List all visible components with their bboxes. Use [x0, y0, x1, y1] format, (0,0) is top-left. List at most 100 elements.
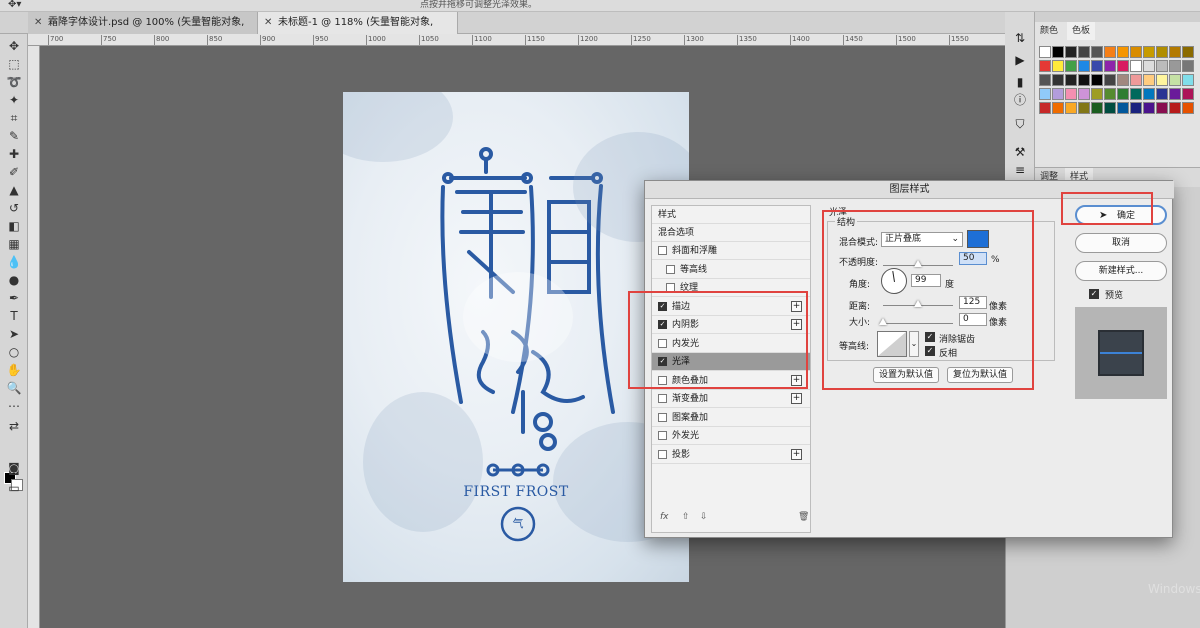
style-checkbox[interactable]	[666, 264, 675, 274]
style-item[interactable]: 投影 +	[652, 446, 810, 464]
marquee-tool-icon[interactable]: ⬚	[4, 56, 24, 72]
color-swatch[interactable]	[1130, 102, 1142, 114]
color-swatch[interactable]	[1052, 102, 1064, 114]
add-instance-icon[interactable]: +	[791, 448, 802, 460]
gradient-tool-icon[interactable]: ▦	[4, 236, 24, 252]
styles-header[interactable]: 样式	[652, 206, 810, 224]
cancel-button[interactable]: 取消	[1075, 233, 1167, 253]
color-swatch[interactable]	[1130, 60, 1142, 72]
color-swatch[interactable]	[1143, 46, 1155, 58]
move-tool-icon[interactable]: ✥	[4, 38, 24, 54]
color-swatch[interactable]	[1039, 102, 1051, 114]
color-swatch[interactable]	[1169, 74, 1181, 86]
color-swatch[interactable]	[1143, 88, 1155, 100]
color-swatch[interactable]	[1039, 60, 1051, 72]
align-icon[interactable]: ▮	[1012, 74, 1028, 90]
tab-swatches[interactable]: 色板	[1067, 22, 1096, 40]
trash-icon[interactable]: 🗑	[798, 512, 809, 522]
history-icon[interactable]: ⇅	[1012, 30, 1028, 46]
style-item[interactable]: 斜面和浮雕	[652, 242, 810, 260]
style-item[interactable]: 渐变叠加 +	[652, 390, 810, 408]
color-swatch[interactable]	[1104, 102, 1116, 114]
color-swatch[interactable]	[1104, 46, 1116, 58]
eyedropper-icon[interactable]: ✎	[4, 128, 24, 144]
crop-tool-icon[interactable]: ⌗	[4, 110, 24, 126]
blur-tool-icon[interactable]: 💧	[4, 254, 24, 270]
eraser-icon[interactable]: ◧	[4, 218, 24, 234]
color-swatch[interactable]	[1156, 88, 1168, 100]
hand-tool-icon[interactable]: ✋	[4, 362, 24, 378]
color-swatch[interactable]	[1078, 102, 1090, 114]
color-swatch[interactable]	[1091, 74, 1103, 86]
magic-wand-icon[interactable]: ✦	[4, 92, 24, 108]
color-swatch[interactable]	[1078, 46, 1090, 58]
close-icon[interactable]: ✕	[34, 12, 42, 34]
color-swatch[interactable]	[1156, 74, 1168, 86]
new-style-button[interactable]: 新建样式...	[1075, 261, 1167, 281]
color-swatch[interactable]	[1052, 60, 1064, 72]
color-swatch[interactable]	[1169, 60, 1181, 72]
color-swatch[interactable]	[1143, 102, 1155, 114]
history-brush-icon[interactable]: ↺	[4, 200, 24, 216]
color-swatch[interactable]	[1065, 60, 1077, 72]
color-swatch[interactable]	[1052, 46, 1064, 58]
color-swatch[interactable]	[1130, 46, 1142, 58]
dodge-tool-icon[interactable]: ●	[4, 272, 24, 288]
style-item[interactable]: 等高线	[652, 261, 810, 279]
properties-icon[interactable]: ≡	[1012, 162, 1028, 178]
color-swatch[interactable]	[1065, 46, 1077, 58]
color-swatch[interactable]	[1078, 60, 1090, 72]
style-checkbox[interactable]	[658, 449, 667, 459]
color-swatch[interactable]	[1117, 88, 1129, 100]
preview-checkbox[interactable]: ✓	[1089, 289, 1099, 299]
color-swatch[interactable]	[1182, 46, 1194, 58]
color-swatch[interactable]	[1091, 60, 1103, 72]
color-swatch[interactable]	[1078, 88, 1090, 100]
healing-brush-icon[interactable]: ✚	[4, 146, 24, 162]
path-select-icon[interactable]: ➤	[4, 326, 24, 342]
color-swatch[interactable]	[1091, 88, 1103, 100]
play-action-icon[interactable]: ▶	[1012, 52, 1028, 68]
color-swatch[interactable]	[1130, 88, 1142, 100]
color-swatch[interactable]	[1117, 74, 1129, 86]
style-item[interactable]: 外发光	[652, 427, 810, 445]
move-icon[interactable]: ✥▾	[8, 0, 21, 10]
zoom-tool-icon[interactable]: 🔍	[4, 380, 24, 396]
close-icon[interactable]: ✕	[264, 12, 272, 34]
color-swatch[interactable]	[1091, 102, 1103, 114]
color-swatch[interactable]	[1117, 46, 1129, 58]
color-swatch[interactable]	[1169, 46, 1181, 58]
lasso-tool-icon[interactable]: ➰	[4, 74, 24, 90]
color-swatch[interactable]	[1156, 102, 1168, 114]
color-swatch[interactable]	[1052, 74, 1064, 86]
stamp-tool-icon[interactable]: ▲	[4, 182, 24, 198]
move-up-icon[interactable]: ⇧	[682, 512, 690, 522]
color-swatch[interactable]	[1182, 60, 1194, 72]
color-swatch[interactable]	[1143, 60, 1155, 72]
color-swatch[interactable]	[1052, 88, 1064, 100]
color-swatch[interactable]	[1117, 102, 1129, 114]
quick-mask-icon[interactable]: ◙	[4, 460, 24, 476]
color-swatch[interactable]	[1117, 60, 1129, 72]
color-swatch[interactable]	[1104, 60, 1116, 72]
color-swatch[interactable]	[1130, 74, 1142, 86]
color-swatch[interactable]	[1039, 74, 1051, 86]
color-swatch[interactable]	[1039, 46, 1051, 58]
color-swatch[interactable]	[1091, 46, 1103, 58]
tab-frost-psd[interactable]: ✕ 霜降字体设计.psd @ 100% (矢量智能对象, RGB/8) *	[28, 12, 258, 50]
color-swatch[interactable]	[1065, 74, 1077, 86]
color-swatch[interactable]	[1182, 102, 1194, 114]
add-instance-icon[interactable]: +	[791, 393, 802, 404]
color-swatch[interactable]	[1182, 74, 1194, 86]
pen-tool-icon[interactable]: ✒	[4, 290, 24, 306]
screen-mode-icon[interactable]: ▭	[4, 480, 24, 496]
color-swatch[interactable]	[1039, 88, 1051, 100]
brush-tool-icon[interactable]: ✐	[4, 164, 24, 180]
color-swatch[interactable]	[1156, 60, 1168, 72]
move-down-icon[interactable]: ⇩	[700, 512, 708, 522]
style-item[interactable]: 图案叠加	[652, 409, 810, 427]
color-swatch[interactable]	[1104, 88, 1116, 100]
info-icon[interactable]: ⓘ	[1012, 92, 1028, 108]
style-checkbox[interactable]	[658, 394, 667, 403]
color-swatch[interactable]	[1169, 102, 1181, 114]
